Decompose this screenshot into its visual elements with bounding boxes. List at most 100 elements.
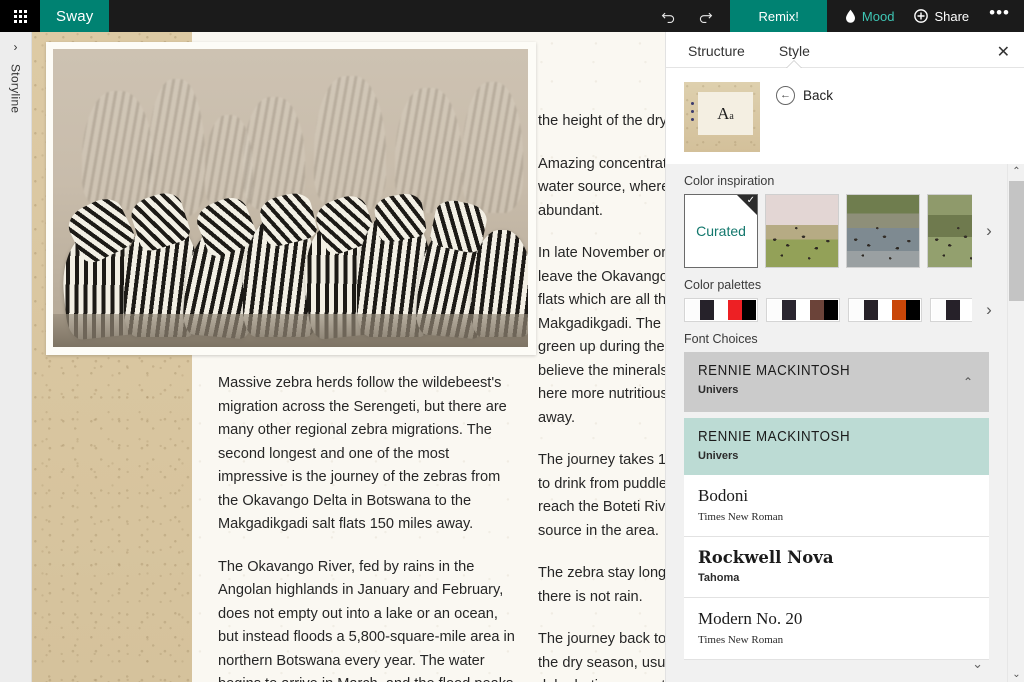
palette-swatch [810,300,824,320]
color-palettes-title: Color palettes [684,278,762,292]
waterhole-reflection [53,314,528,347]
close-panel-button[interactable]: ✕ [997,45,1010,61]
share-button[interactable]: Share [904,0,979,32]
color-inspiration-strip: Curated ✓ [684,194,972,268]
font-title: Rockwell Nova [698,548,834,567]
palette-swatch [728,300,742,320]
palette-swatch [700,300,714,320]
tab-structure[interactable]: Structure [684,43,749,67]
palette-swatch [742,300,756,320]
inspiration-next-button[interactable]: › [979,221,999,241]
top-app-bar: Sway Remix! Mood Share ••• [0,0,1024,32]
scroll-down-arrow-icon[interactable]: ⌄ [1008,667,1024,682]
redo-button[interactable] [687,0,724,32]
redo-icon [700,12,713,23]
palette-swatch [960,300,972,320]
wildebeest-river-icon [847,195,919,267]
font-option-rockwell-nova[interactable]: Rockwell Nova Tahoma [684,537,989,598]
color-inspiration-carousel: Curated ✓ › [666,194,1007,268]
font-title: RENNIE MACKINTOSH [698,363,851,379]
share-label: Share [934,8,970,24]
palette-option[interactable] [684,298,758,322]
palette-swatch [782,300,796,320]
font-title: RENNIE MACKINTOSH [698,429,851,445]
font-subtitle: Univers [698,450,739,462]
back-label: Back [803,88,834,103]
check-icon: ✓ [746,195,755,206]
app-launcher-button[interactable] [0,0,40,32]
waffle-icon [13,9,27,23]
font-title: Modern No. 20 [698,609,803,628]
undo-button[interactable] [650,0,687,32]
font-subtitle: Univers [698,384,739,396]
paragraph: In late November or leave the Okavango f… [538,245,665,426]
font-list-more-button[interactable]: ⌄ [972,656,983,672]
scrollbar-thumb[interactable] [1009,181,1024,301]
theme-letter-preview: Aa [717,103,734,123]
storyline-rail[interactable]: › Storyline [0,32,32,682]
wildebeest-herd-icon [766,195,838,267]
palette-option[interactable] [848,298,922,322]
font-choices-list: RENNIE MACKINTOSH Univers ⌃ RENNIE MACKI… [666,352,1007,660]
inspiration-item-curated[interactable]: Curated ✓ [684,194,758,268]
storyline-label: Storyline [8,64,23,114]
more-options-button[interactable]: ••• [979,3,1024,29]
font-option-bodoni[interactable]: Bodoni Times New Roman [684,475,989,537]
color-palettes-strip [684,298,972,322]
theme-preview-inner: Aa [698,92,753,135]
inspiration-item-photo-3[interactable] [927,194,972,268]
color-palettes-carousel: › [666,298,1007,322]
document-left-column: Massive zebra herds follow the wildebees… [218,372,520,682]
palette-option[interactable] [930,298,972,322]
font-subtitle: Times New Roman [698,511,784,523]
font-subtitle: Tahoma [698,572,740,584]
droplet-icon [845,9,855,23]
font-dropdown-header[interactable]: RENNIE MACKINTOSH Univers ⌃ [684,352,989,412]
theme-preview-thumbnail[interactable]: Aa [684,82,760,152]
panel-content: Color inspiration Curated ✓ › Color pale… [666,164,1024,682]
panel-header: Aa ← Back [666,68,1024,164]
inspiration-item-photo-2[interactable] [846,194,920,268]
remix-button[interactable]: Remix! [730,0,827,32]
hero-image-frame[interactable] [46,42,536,355]
palette-swatch [892,300,906,320]
palette-option[interactable] [766,298,840,322]
palettes-next-button[interactable]: › [979,300,999,320]
paragraph: the height of the dry [538,113,665,129]
scroll-up-arrow-icon[interactable]: ⌃ [1008,164,1024,179]
document-right-column: the height of the dry Amazing concentrat… [538,110,665,682]
tab-style[interactable]: Style [775,43,814,67]
font-choices-title: Font Choices [684,332,758,346]
panel-tab-bar: Structure Style ✕ [666,32,1024,68]
mood-button[interactable]: Mood [835,0,905,32]
font-subtitle: Times New Roman [698,634,784,646]
paragraph: The journey back to the dry season, usua… [538,631,665,682]
style-panel: Structure Style ✕ Aa ← Back Color inspir… [665,32,1024,682]
curated-label: Curated [696,223,746,239]
mood-label: Mood [861,8,895,24]
undo-icon [662,12,675,23]
font-option-rennie-mackintosh[interactable]: RENNIE MACKINTOSH Univers [684,418,989,475]
back-button[interactable]: ← Back [776,86,833,105]
font-title: Bodoni [698,486,749,505]
inspiration-item-photo-1[interactable] [765,194,839,268]
paragraph: Amazing concentrati water source, where … [538,155,665,219]
sway-canvas: Massive zebra herds follow the wildebees… [32,32,665,682]
palette-swatch [946,300,960,320]
sway-app-window: Sway Remix! Mood Share ••• › Storyline M… [0,0,1024,682]
theme-dots-icon [691,102,694,126]
palette-swatch [768,300,782,320]
palette-swatch [906,300,920,320]
paragraph: The Okavango River, fed by rains in the … [218,558,515,682]
chevron-right-icon: › [13,40,18,54]
sway-brand-label[interactable]: Sway [40,0,110,32]
palette-swatch [714,300,728,320]
paragraph: Massive zebra herds follow the wildebees… [218,375,507,532]
font-option-modern-no-20[interactable]: Modern No. 20 Times New Roman [684,598,989,660]
wildebeest-plain-icon [928,195,972,267]
panel-scrollbar[interactable]: ⌃ ⌄ [1007,164,1024,682]
topbar-actions: Remix! Mood Share ••• [650,0,1024,32]
zebra-herd-photo [53,49,528,347]
palette-swatch [796,300,810,320]
palette-swatch [850,300,864,320]
